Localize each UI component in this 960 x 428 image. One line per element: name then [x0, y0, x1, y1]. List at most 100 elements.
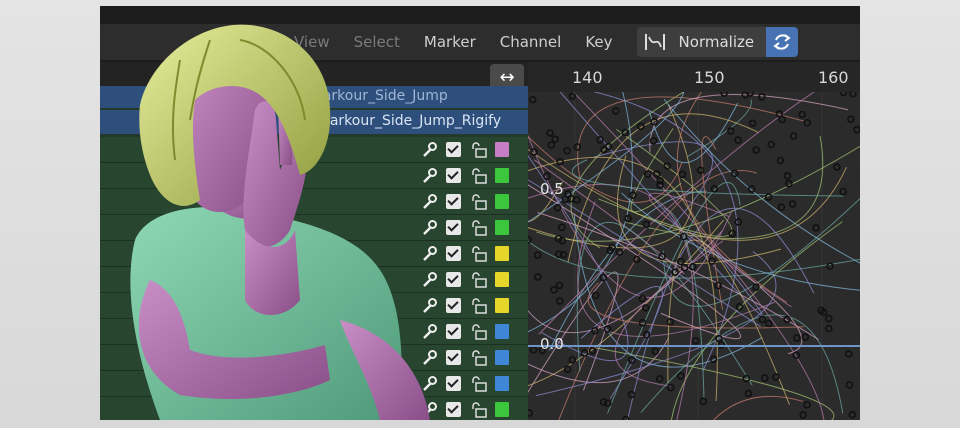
fcurve[interactable]: [598, 128, 733, 237]
keyframe-point[interactable]: [765, 319, 773, 328]
keyframe-point[interactable]: [568, 92, 577, 100]
lock-icon[interactable]: [470, 193, 488, 211]
keyframe-point[interactable]: [735, 302, 744, 311]
keyframe-point[interactable]: [677, 372, 685, 380]
keyframe-point[interactable]: [656, 177, 664, 185]
keyframe-point[interactable]: [612, 107, 620, 115]
channel-visibility-checkbox[interactable]: [446, 298, 461, 313]
keyframe-point[interactable]: [533, 273, 542, 281]
channel-row[interactable]: [100, 319, 528, 345]
keyframe-point[interactable]: [641, 304, 650, 312]
keyframe-point[interactable]: [799, 411, 807, 419]
keyframe-point[interactable]: [710, 185, 719, 193]
keyframe-point[interactable]: [839, 187, 847, 196]
timeline-ruler[interactable]: 140 150 160: [528, 62, 860, 92]
lock-icon[interactable]: [470, 297, 488, 315]
keyframe-point[interactable]: [550, 285, 558, 294]
keyframe-point[interactable]: [824, 314, 833, 323]
channel-row[interactable]: [100, 163, 528, 189]
fcurve[interactable]: [687, 99, 752, 158]
channel-row[interactable]: [100, 215, 528, 241]
menu-channel[interactable]: Channel: [500, 33, 562, 51]
keyframe-point[interactable]: [760, 374, 769, 382]
fcurve-canvas[interactable]: [528, 92, 860, 420]
keyframe-point[interactable]: [758, 92, 766, 101]
channel-visibility-checkbox[interactable]: [446, 194, 461, 209]
fcurve[interactable]: [625, 136, 824, 239]
keyframe-point[interactable]: [744, 389, 753, 398]
channel-row[interactable]: [100, 267, 528, 293]
keyframe-point[interactable]: [533, 251, 542, 259]
keyframe-point[interactable]: [655, 374, 664, 383]
keyframe-point[interactable]: [528, 409, 534, 417]
keyframe-point[interactable]: [845, 381, 854, 389]
keyframe-point[interactable]: [699, 397, 708, 406]
menu-view[interactable]: View: [294, 33, 330, 51]
keyframe-point[interactable]: [734, 136, 742, 144]
lock-icon[interactable]: [470, 219, 488, 237]
keyframe-point[interactable]: [801, 333, 810, 341]
keyframe-point[interactable]: [798, 110, 807, 119]
lock-icon[interactable]: [470, 245, 488, 263]
modifier-wrench-icon[interactable]: [420, 167, 438, 185]
channel-row[interactable]: [100, 189, 528, 215]
channel-visibility-checkbox[interactable]: [446, 324, 461, 339]
keyframe-point[interactable]: [678, 170, 687, 179]
channel-row[interactable]: [100, 241, 528, 267]
menu-select[interactable]: Select: [354, 33, 400, 51]
lock-icon[interactable]: [470, 375, 488, 393]
lock-icon[interactable]: [470, 401, 488, 419]
channel-row[interactable]: [100, 137, 528, 163]
modifier-wrench-icon[interactable]: [420, 219, 438, 237]
lock-icon[interactable]: [470, 323, 488, 341]
keyframe-point[interactable]: [734, 218, 743, 226]
keyframe-point[interactable]: [529, 346, 538, 354]
keyframe-point[interactable]: [551, 135, 559, 143]
channel-visibility-checkbox[interactable]: [446, 142, 461, 157]
keyframe-point[interactable]: [555, 281, 564, 290]
keyframe-point[interactable]: [825, 324, 833, 333]
keyframe-point[interactable]: [752, 146, 760, 154]
auto-normalize-toggle[interactable]: [766, 27, 799, 57]
keyframe-point[interactable]: [752, 283, 760, 291]
modifier-wrench-icon[interactable]: [420, 245, 438, 263]
keyframe-point[interactable]: [803, 401, 811, 409]
lock-icon[interactable]: [470, 349, 488, 367]
keyframe-point[interactable]: [776, 156, 785, 165]
keyframe-point[interactable]: [833, 163, 841, 171]
keyframe-point[interactable]: [849, 92, 857, 98]
keyframe-point[interactable]: [651, 347, 660, 356]
modifier-wrench-icon[interactable]: [420, 349, 438, 367]
modifier-wrench-icon[interactable]: [420, 375, 438, 393]
menu-key[interactable]: Key: [585, 33, 612, 51]
fcurve[interactable]: [640, 314, 844, 414]
channel-visibility-checkbox[interactable]: [446, 246, 461, 261]
modifier-wrench-icon[interactable]: [420, 141, 438, 159]
keyframe-point[interactable]: [568, 356, 577, 364]
keyframe-point[interactable]: [758, 315, 767, 324]
fcurve[interactable]: [558, 92, 763, 317]
lock-icon[interactable]: [470, 141, 488, 159]
keyframe-point[interactable]: [666, 318, 675, 326]
keyframe-point[interactable]: [778, 115, 787, 124]
fcurve[interactable]: [596, 347, 835, 420]
channel-row[interactable]: [100, 371, 528, 397]
channel-visibility-checkbox[interactable]: [446, 220, 461, 235]
keyframe-point[interactable]: [748, 119, 757, 128]
keyframe-point[interactable]: [621, 128, 630, 137]
keyframe-point[interactable]: [591, 291, 600, 300]
keyframe-point[interactable]: [563, 146, 571, 155]
keyframe-point[interactable]: [563, 365, 572, 374]
keyframe-point[interactable]: [556, 297, 564, 305]
graph-area[interactable]: 0.5 0.0: [528, 92, 860, 420]
keyframe-point[interactable]: [615, 248, 624, 257]
keyframe-point[interactable]: [812, 224, 820, 232]
keyframe-point[interactable]: [649, 136, 658, 145]
menu-marker[interactable]: Marker: [424, 33, 476, 51]
action-row-top[interactable]: Parkour_Side_Jump: [100, 86, 528, 108]
keyframe-point[interactable]: [848, 410, 857, 419]
channel-visibility-checkbox[interactable]: [446, 402, 461, 417]
keyframe-point[interactable]: [839, 92, 848, 97]
channel-visibility-checkbox[interactable]: [446, 376, 461, 391]
modifier-wrench-icon[interactable]: [420, 401, 438, 419]
